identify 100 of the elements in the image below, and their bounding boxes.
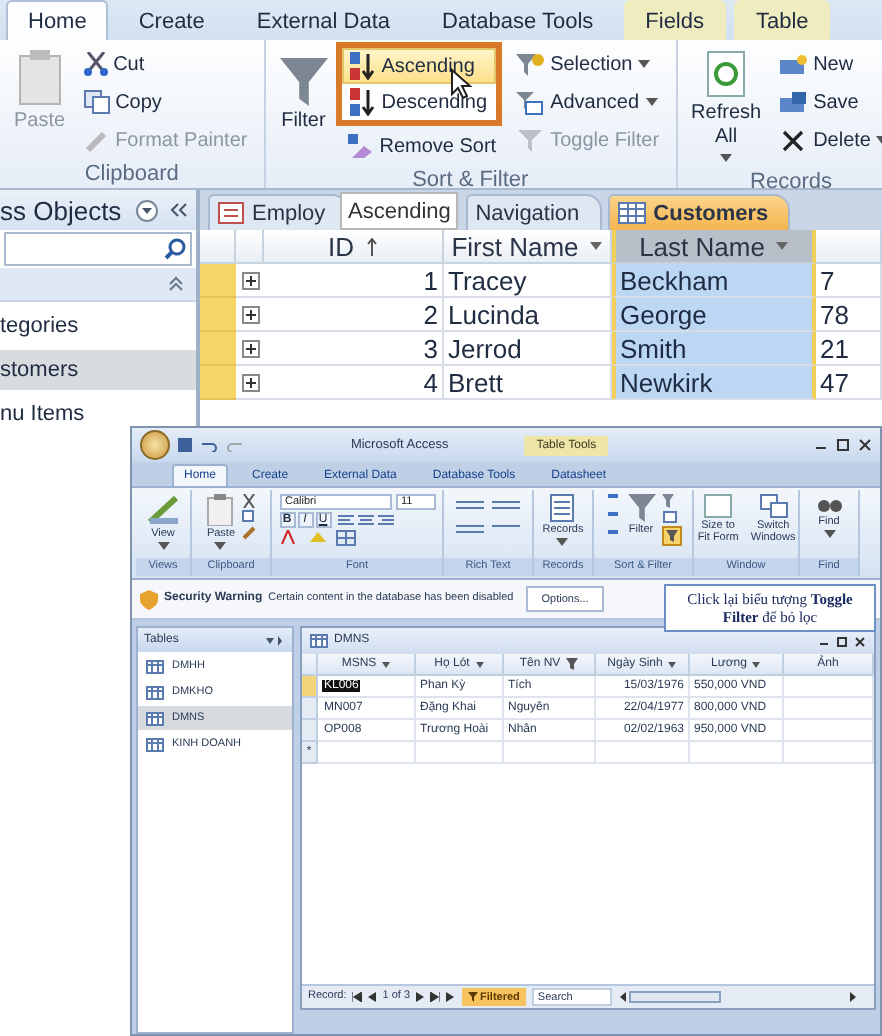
close-icon[interactable] <box>858 438 872 452</box>
shield-icon <box>140 589 158 609</box>
view-icon <box>147 494 179 526</box>
table-cell: Lucinda <box>444 298 612 332</box>
collapse-icon[interactable] <box>170 202 188 218</box>
new-record-icon <box>779 53 808 75</box>
last-record-icon[interactable] <box>430 992 441 1002</box>
navigation-item[interactable]: stomers <box>0 350 196 390</box>
table-cell: 2 <box>264 298 444 332</box>
filter-form-icon <box>661 510 677 524</box>
table-cell <box>784 698 874 720</box>
restore-icon[interactable] <box>836 635 848 647</box>
column-header[interactable]: Last Name <box>612 230 816 264</box>
table-cell: George <box>612 298 816 332</box>
undo-icon[interactable] <box>200 438 218 452</box>
table-cell: 78 <box>816 298 882 332</box>
records-icon <box>550 494 575 522</box>
expand-icon[interactable] <box>241 305 259 323</box>
table-cell: Jerrod <box>444 332 612 366</box>
caret-icon <box>668 661 677 667</box>
funnel-icon <box>279 58 328 106</box>
ribbon-tab[interactable]: External Data <box>234 0 413 40</box>
pane-title: ss Objects <box>0 195 122 225</box>
sort-button[interactable]: Descending <box>341 84 497 120</box>
dropdown-icon[interactable] <box>266 635 286 645</box>
horizontal-scrollbar[interactable] <box>617 990 858 1004</box>
filter-button[interactable]: Filter <box>275 46 332 138</box>
table-icon <box>146 711 164 725</box>
next-record-icon[interactable] <box>416 992 425 1002</box>
table-cell <box>504 742 596 764</box>
table-cell: 1 <box>264 264 444 298</box>
align-icon <box>333 512 393 528</box>
table-cell: Smith <box>612 332 816 366</box>
caret-icon <box>157 542 169 551</box>
expand-icon[interactable] <box>241 339 259 357</box>
close-icon[interactable] <box>854 635 866 647</box>
filter-option-button[interactable]: Selection <box>510 46 666 82</box>
ribbon-tab[interactable]: Database Tools <box>420 0 616 40</box>
document-tab[interactable]: Customers <box>607 194 791 230</box>
search-icon <box>164 238 186 260</box>
toggle-filter-icon <box>661 526 681 546</box>
maximize-icon[interactable] <box>836 438 850 452</box>
caret-icon <box>638 60 651 68</box>
copy-icon <box>83 90 110 114</box>
scissors-icon <box>241 494 256 508</box>
document-tab[interactable]: Navigation <box>465 194 602 230</box>
table-cell: 47 <box>816 366 882 400</box>
funnel-icon <box>627 494 655 522</box>
table-icon <box>146 659 164 673</box>
clipboard-button[interactable]: Cut <box>77 46 254 82</box>
record-button[interactable]: Save <box>773 84 882 120</box>
refresh-icon <box>706 50 747 98</box>
ribbon-tab[interactable]: Fields <box>623 0 726 40</box>
dropdown-icon[interactable] <box>136 199 158 221</box>
brush-icon <box>241 526 256 540</box>
caret-icon <box>823 530 835 539</box>
column-header[interactable]: First Name <box>444 230 612 264</box>
sort-button[interactable]: Remove Sort <box>339 128 503 164</box>
group-label: Clipboard <box>82 160 181 190</box>
column-header[interactable]: ID <box>264 230 444 264</box>
caret-icon <box>382 661 391 667</box>
search-field[interactable] <box>4 232 192 266</box>
ribbon-tab[interactable]: Home <box>6 0 109 40</box>
first-record-icon[interactable] <box>352 992 363 1002</box>
caret-icon <box>475 661 484 667</box>
expand-icon[interactable] <box>241 271 259 289</box>
caret-icon <box>645 98 658 106</box>
refresh-all-button[interactable]: Refresh All <box>687 46 766 166</box>
ribbon-tab[interactable]: Create <box>116 0 227 40</box>
caret-icon <box>720 154 733 162</box>
record-button[interactable]: New <box>773 46 882 82</box>
fill-color-icon <box>307 530 331 546</box>
header-spacer <box>236 230 264 264</box>
table-cell: 3 <box>264 332 444 366</box>
window-icon <box>704 494 733 518</box>
new-record-icon[interactable] <box>446 992 457 1002</box>
ribbon-tab[interactable]: Table <box>734 0 831 40</box>
expand-icon[interactable] <box>241 373 259 391</box>
sort-button[interactable]: Ascending <box>341 48 497 84</box>
clipboard-icon <box>206 494 235 526</box>
filter-selection-icon <box>516 51 545 77</box>
save-icon <box>779 91 808 113</box>
table-cell <box>690 742 784 764</box>
previous-record-icon[interactable] <box>368 992 377 1002</box>
tooltip: Ascending <box>340 192 459 230</box>
group-label: Sort & Filter <box>410 166 531 196</box>
scissors-icon <box>83 52 108 76</box>
filter-option-button[interactable]: Advanced <box>510 84 666 120</box>
table-cell <box>416 742 504 764</box>
clipboard-button[interactable]: Copy <box>77 84 254 120</box>
table-cell: Tracey <box>444 264 612 298</box>
table-cell <box>596 742 690 764</box>
table-cell: 21 <box>816 332 882 366</box>
record-button[interactable]: Delete <box>773 122 882 158</box>
delete-icon <box>779 129 808 151</box>
table-cell: Newkirk <box>612 366 816 400</box>
table-cell: 4 <box>264 366 444 400</box>
brush-icon <box>83 128 110 152</box>
office-button[interactable] <box>140 430 170 460</box>
table-icon <box>617 202 646 224</box>
